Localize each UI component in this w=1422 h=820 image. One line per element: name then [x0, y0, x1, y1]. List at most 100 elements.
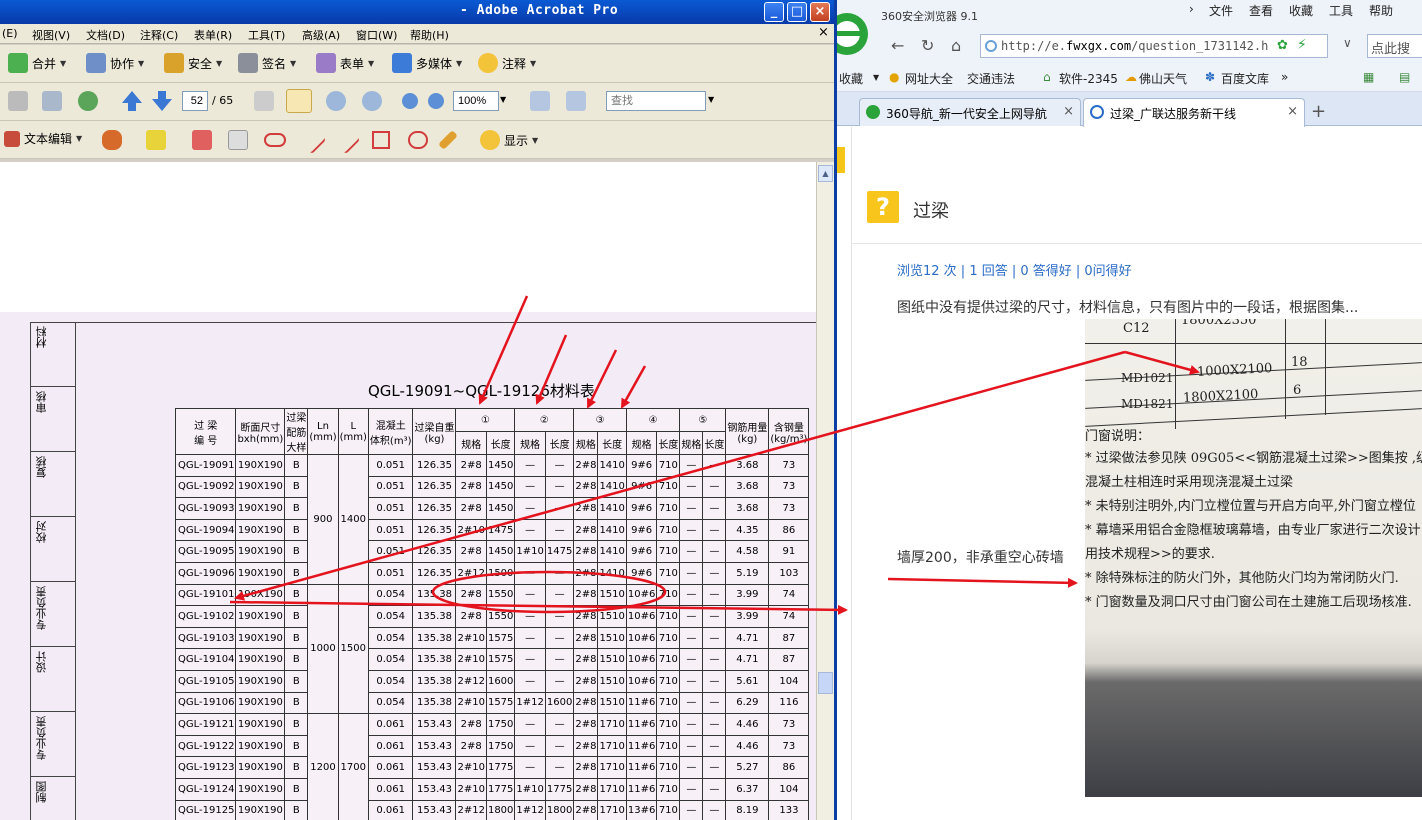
menu-tools[interactable]: 工具(T)	[248, 27, 285, 43]
menu-comment[interactable]: 注释(C)	[140, 27, 178, 43]
tab-close-icon[interactable]: ×	[1287, 104, 1298, 119]
menu-tools[interactable]: 工具	[1329, 2, 1353, 19]
menu-help[interactable]: 帮助	[1369, 2, 1393, 19]
apps-icon[interactable]: ▦	[1363, 70, 1374, 84]
table-cell: B	[284, 454, 309, 477]
previous-page-icon[interactable]	[122, 91, 142, 111]
page-number-input[interactable]	[182, 91, 208, 111]
acrobat-title-bar[interactable]: - Adobe Acrobat Pro _ □ ×	[0, 0, 836, 24]
tab-close-icon[interactable]: ×	[1063, 104, 1074, 119]
multimedia-button[interactable]: 多媒体 ▼	[392, 53, 462, 73]
menu-edit[interactable]: (E)	[2, 27, 18, 40]
print-icon[interactable]	[42, 91, 62, 111]
column-subheader: 规格	[573, 431, 599, 455]
menu-window[interactable]: 窗口(W)	[356, 27, 397, 43]
speed-mode-icon[interactable]: ⚡	[1297, 37, 1307, 53]
back-icon[interactable]: ←	[891, 36, 904, 55]
maximize-button[interactable]: □	[787, 2, 807, 22]
find-dropdown-icon[interactable]: ▼	[708, 95, 714, 104]
tab-lintel-question[interactable]: 过梁_广联达服务新干线 ×	[1083, 98, 1305, 127]
signature-label: 专业负责	[35, 716, 48, 760]
select-tool-icon[interactable]	[254, 91, 274, 111]
bookmark-weather[interactable]: 佛山天气	[1139, 70, 1187, 87]
menu-document[interactable]: 文档(D)	[86, 27, 125, 43]
rectangle-tool-icon[interactable]	[372, 131, 390, 149]
table-cell: 1400	[337, 454, 369, 585]
table-cell: B	[284, 626, 309, 650]
merge-button[interactable]: 合并 ▼	[8, 53, 66, 73]
bookmark-favorites[interactable]: 收藏	[839, 70, 863, 87]
security-shield-icon[interactable]: ✿	[1277, 38, 1288, 53]
menu-view[interactable]: 视图(V)	[32, 27, 70, 43]
bookmark-software[interactable]: 软件-2345	[1059, 70, 1118, 87]
collaborate-button[interactable]: 协作 ▼	[86, 53, 144, 73]
email-icon[interactable]	[78, 91, 98, 111]
comment-button[interactable]: 注释 ▼	[478, 53, 536, 73]
text-callout-icon[interactable]	[146, 130, 166, 150]
column-subheader: 规格	[625, 431, 658, 455]
new-tab-button[interactable]: +	[1311, 101, 1326, 122]
home-icon[interactable]: ⌂	[951, 36, 961, 55]
scroll-thumb[interactable]	[818, 672, 833, 694]
callout-icon[interactable]	[192, 130, 212, 150]
stamp-icon[interactable]	[102, 130, 122, 150]
sign-button[interactable]: 签名 ▼	[238, 53, 296, 73]
show-button[interactable]: 显示 ▼	[480, 130, 538, 150]
menu-file[interactable]: 文件	[1209, 2, 1233, 19]
menu-help[interactable]: 帮助(H)	[410, 27, 449, 43]
table-cell: —	[679, 518, 704, 542]
chevron-right-icon[interactable]: ›	[1189, 2, 1194, 16]
menu-view[interactable]: 查看	[1249, 2, 1273, 19]
table-cell: 1410	[597, 540, 627, 563]
document-view[interactable]: 材料 审核 复核 校对 专业负责 设计 专业负责 制图 QGL-19091~QGL-19126…	[0, 162, 816, 820]
address-dropdown-icon[interactable]: ∨	[1343, 36, 1352, 50]
vertical-scrollbar[interactable]: ▲	[816, 162, 834, 820]
fit-page-icon[interactable]	[530, 91, 550, 111]
address-bar[interactable]: http://e.fwxgx.com/question_1731142.h ✿ …	[980, 34, 1328, 58]
table-cell: QGL-19105	[174, 669, 237, 693]
fit-width-icon[interactable]	[566, 91, 586, 111]
menu-favorites[interactable]: 收藏	[1289, 2, 1313, 19]
bookmark-wenku[interactable]: 百度文库	[1221, 70, 1269, 87]
column-header: ②	[514, 408, 575, 432]
zoom-input[interactable]	[453, 91, 499, 111]
close-button[interactable]: ×	[810, 2, 830, 22]
minimize-button[interactable]: _	[764, 2, 784, 22]
task-toolbar: 合并 ▼ 协作 ▼ 安全 ▼ 签名 ▼ 表单 ▼ 多媒体 ▼ 注释 ▼	[0, 45, 836, 83]
arrow-tool-icon[interactable]	[297, 125, 327, 155]
zoom-out-icon[interactable]	[362, 91, 382, 111]
line-tool-icon[interactable]	[331, 125, 361, 155]
search-box[interactable]: 点此搜	[1367, 34, 1422, 58]
menu-advanced[interactable]: 高级(A)	[302, 27, 340, 43]
secure-button[interactable]: 安全 ▼	[164, 53, 222, 73]
bookmark-traffic[interactable]: 交通违法	[967, 70, 1015, 87]
drawing-photo[interactable]: C12 1800X2350 MD1021 1000X2100 18 MD1821…	[1085, 319, 1422, 797]
textbox-icon[interactable]	[228, 130, 248, 150]
pencil-tool-icon[interactable]	[438, 130, 458, 150]
side-feedback-tab[interactable]	[837, 147, 845, 173]
more-bookmarks-icon[interactable]: »	[1281, 70, 1288, 84]
oval-tool-icon[interactable]	[408, 131, 428, 149]
zoom-dropdown-icon[interactable]: ▼	[500, 95, 506, 104]
refresh-icon[interactable]: ↻	[921, 36, 934, 55]
text-edit-button[interactable]: 文本编辑 ▼	[4, 130, 82, 147]
tab-360-nav[interactable]: 360导航_新一代安全上网导航 ×	[859, 98, 1081, 126]
table-cell: 2#8	[573, 540, 599, 563]
forms-button[interactable]: 表单 ▼	[316, 53, 374, 73]
reader-icon[interactable]: ▤	[1399, 70, 1410, 84]
scroll-up-icon[interactable]: ▲	[818, 165, 833, 182]
question-stats[interactable]: 浏览12 次 | 1 回答 | 0 答得好 | 0问得好	[897, 260, 1132, 279]
menu-forms[interactable]: 表单(R)	[194, 27, 232, 43]
cloud-icon[interactable]	[264, 133, 286, 147]
next-page-icon[interactable]	[152, 91, 172, 111]
bookmark-site-directory[interactable]: 网址大全	[905, 70, 953, 87]
marquee-zoom-icon[interactable]	[326, 91, 346, 111]
zoom-plus-icon[interactable]	[428, 93, 444, 109]
find-input[interactable]	[606, 91, 706, 111]
hand-tool-icon[interactable]	[286, 89, 312, 113]
table-cell: 135.38	[412, 605, 457, 628]
doc-close-icon[interactable]: ×	[818, 25, 829, 40]
favorites-dropdown-icon[interactable]: ▼	[873, 73, 879, 82]
zoom-minus-icon[interactable]	[402, 93, 418, 109]
save-icon[interactable]	[8, 91, 28, 111]
